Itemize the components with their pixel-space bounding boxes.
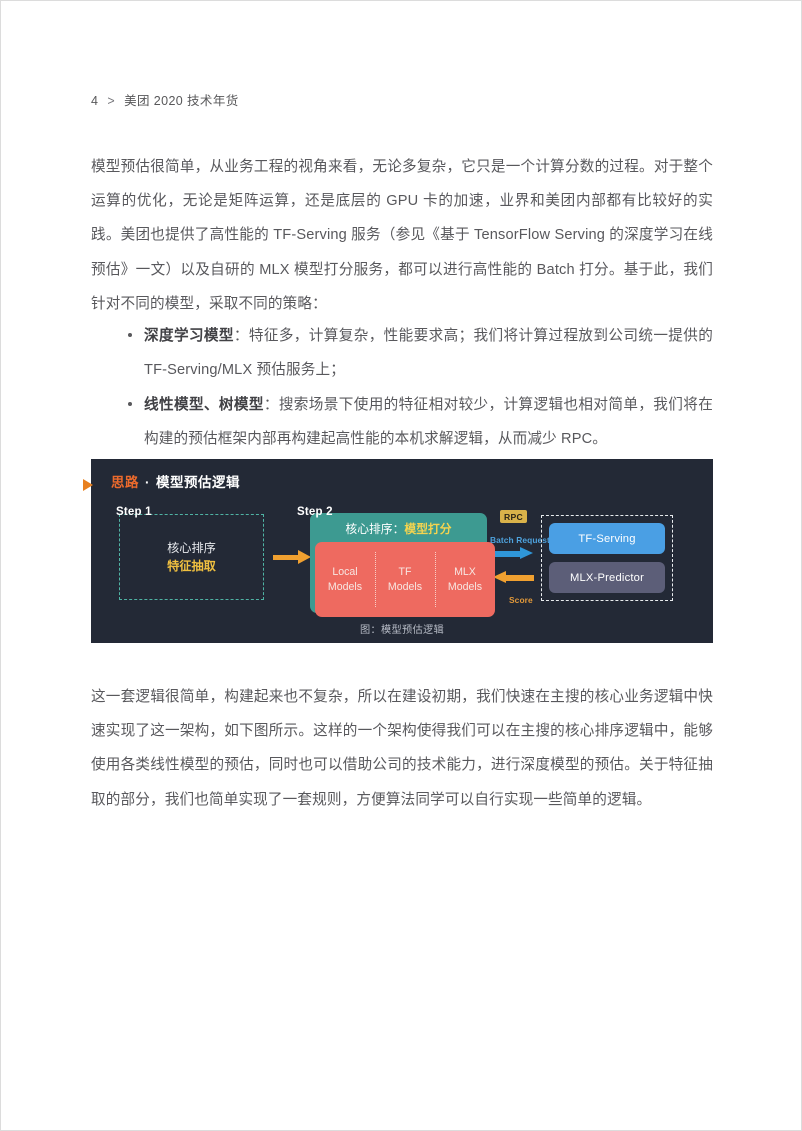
model-cell-line2: Models	[387, 580, 423, 593]
page-number: 4	[91, 94, 99, 108]
triangle-marker-icon	[83, 479, 93, 491]
arrow-shaft	[493, 551, 521, 557]
bullet-dot-icon	[128, 401, 132, 406]
step2-title-highlight: 模型打分	[404, 522, 452, 536]
body-paragraph-2: 这一套逻辑很简单，构建起来也不复杂，所以在建设初期，我们快速在主搜的核心业务逻辑…	[91, 688, 713, 808]
model-cell-line2: Models	[327, 580, 363, 593]
running-head: 4 > 美团 2020 技术年货	[91, 90, 239, 109]
mlx-predictor-box: MLX-Predictor	[549, 562, 665, 593]
bullet-dot-icon	[128, 333, 132, 337]
model-cell-line1: Local	[332, 565, 358, 578]
step2-title: 核心排序：模型打分	[310, 520, 487, 537]
figure-title: 思路 · 模型预估逻辑	[111, 471, 240, 491]
model-cell-line2: Models	[447, 580, 483, 593]
step1-box: 核心排序 特征抽取	[119, 514, 264, 600]
figure-title-highlight: 思路	[111, 475, 139, 490]
list-item: 深度学习模型：特征多，计算复杂，性能要求高；我们将计算过程放到公司统一提供的 T…	[127, 319, 713, 388]
model-cell-line1: TF	[398, 565, 412, 578]
figure-caption: 图：模型预估逻辑	[360, 625, 444, 636]
list-item-term: 线性模型、树模型	[144, 396, 264, 413]
step1-line1: 核心排序	[167, 541, 216, 555]
response-arrow-icon	[493, 571, 535, 584]
body-paragraph-1: 模型预估很简单，从业务工程的视角来看，无论多复杂，它只是一个计算分数的过程。对于…	[91, 158, 713, 313]
document-page: 4 > 美团 2020 技术年货 模型预估很简单，从业务工程的视角来看，无论多复杂，…	[0, 0, 802, 1131]
figure-title-dot: ·	[145, 475, 150, 490]
arrow-shaft	[273, 555, 299, 560]
figure-title-rest: 模型预估逻辑	[156, 475, 240, 490]
arrow-head	[520, 547, 533, 559]
model-cell-local: Local Models	[315, 542, 375, 617]
figure-container: 思路 · 模型预估逻辑 Step 1 核心排序 特征抽取 Step 2 核心排序…	[83, 459, 713, 643]
step2-title-prefix: 核心排序：	[345, 522, 405, 536]
step1-label: Step 1	[116, 506, 152, 518]
list-item-term: 深度学习模型	[144, 328, 234, 344]
serving-group: TF-Serving MLX-Predictor	[541, 515, 673, 601]
model-cell-tf: TF Models	[375, 542, 435, 617]
flow-arrow-icon	[273, 550, 313, 564]
score-label: Score	[509, 595, 533, 605]
model-cell-line1: MLX	[454, 565, 476, 578]
step2-label: Step 2	[297, 506, 333, 518]
book-title: 美团 2020 技术年货	[124, 94, 239, 108]
architecture-figure: 思路 · 模型预估逻辑 Step 1 核心排序 特征抽取 Step 2 核心排序…	[91, 459, 713, 643]
rpc-badge: RPC	[500, 510, 528, 523]
list-item: 线性模型、树模型：搜索场景下使用的特征相对较少，计算逻辑也相对简单，我们将在构建…	[127, 388, 713, 457]
request-arrow-icon	[493, 547, 535, 560]
step1-line2: 特征抽取	[167, 559, 216, 573]
arrow-shaft	[506, 575, 534, 581]
models-box: Local Models TF Models MLX Models	[315, 542, 495, 617]
breadcrumb-separator: >	[107, 94, 116, 108]
tf-serving-box: TF-Serving	[549, 523, 665, 554]
model-cell-mlx: MLX Models	[435, 542, 495, 617]
strategy-bullet-list: 深度学习模型：特征多，计算复杂，性能要求高；我们将计算过程放到公司统一提供的 T…	[127, 319, 713, 457]
